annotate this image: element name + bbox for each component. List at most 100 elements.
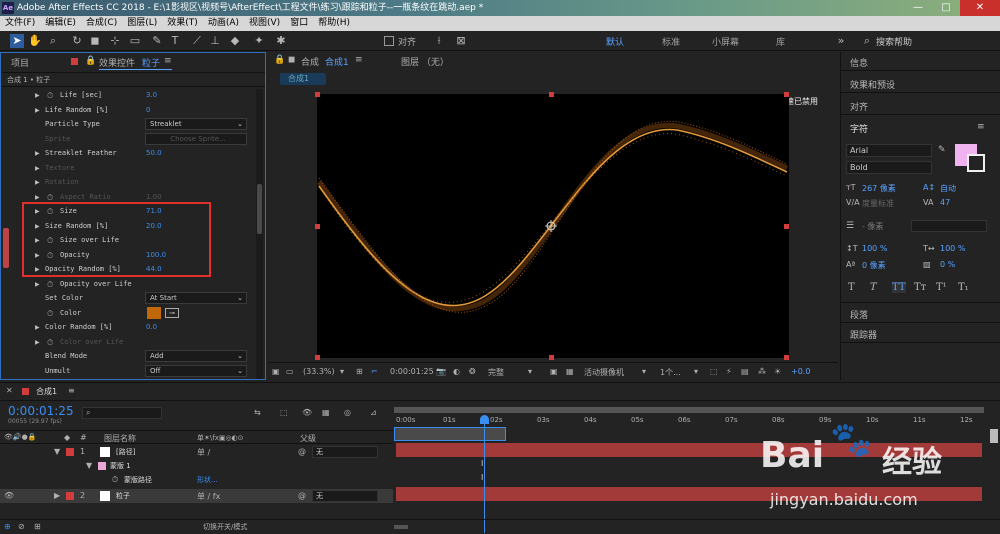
layer-name[interactable]: 蒙版 1 <box>110 461 131 471</box>
expand-triangle-icon[interactable]: ▶ <box>35 324 40 331</box>
menu-animation[interactable]: 动画(A) <box>203 16 244 31</box>
stroke-color-swatch[interactable] <box>967 154 985 172</box>
type-tool-icon[interactable]: T <box>168 34 182 48</box>
snap-options-icon[interactable]: ⊠ <box>454 34 468 48</box>
workspace-small-screen[interactable]: 小屏幕 <box>712 35 739 48</box>
color-swatch[interactable] <box>147 306 161 319</box>
property-value[interactable]: 1.00 <box>146 193 162 201</box>
exposure-value[interactable]: +0.0 <box>791 367 810 376</box>
expand-triangle-icon[interactable]: ▶ <box>35 165 40 172</box>
selection-tool-icon[interactable]: ➤ <box>10 34 24 48</box>
tab-project[interactable]: 项目 <box>11 56 29 69</box>
font-size-value[interactable]: 267 像素 <box>862 183 896 194</box>
visibility-icon[interactable]: 👁 <box>4 491 14 500</box>
playhead-icon[interactable] <box>480 415 489 424</box>
expand-triangle-icon[interactable]: ▼ <box>86 461 92 470</box>
transparency-grid-icon[interactable]: ▦ <box>566 367 574 376</box>
layer-switches[interactable]: 单 / fx <box>197 491 220 502</box>
expand-triangle-icon[interactable]: ▶ <box>35 339 40 346</box>
always-preview-icon[interactable]: ▣ <box>272 367 280 376</box>
handle-tl[interactable] <box>315 92 320 97</box>
search-icon[interactable]: ⌕ <box>860 34 874 48</box>
composition-canvas[interactable] <box>317 94 789 358</box>
effect-property-row[interactable]: Set Color At Start ⌄ <box>1 292 256 306</box>
panel-menu-icon[interactable]: ≡ <box>977 122 985 132</box>
zoom-tool-icon[interactable]: ⌕ <box>46 34 60 48</box>
shy-icon[interactable]: 👁 <box>302 408 312 417</box>
panel-effects-presets[interactable]: 效果和预设 <box>850 78 895 91</box>
tab-layer[interactable]: 图层 （无） <box>401 55 449 68</box>
property-dropdown[interactable]: Add ⌄ <box>145 350 247 362</box>
expand-triangle-icon[interactable]: ▶ <box>35 150 40 157</box>
tab-effect-controls[interactable]: 效果控件 <box>99 56 135 69</box>
expand-triangle-icon[interactable]: ▶ <box>35 179 40 186</box>
tracking-value[interactable]: 47 <box>940 198 950 207</box>
render-time-icon[interactable]: ⊘ <box>18 522 25 531</box>
effect-property-row[interactable]: ▶ Rotation <box>1 176 256 190</box>
resolution-select[interactable]: 完整 <box>488 367 504 378</box>
effect-property-row[interactable]: ▶ Streaklet Feather 50.0 <box>1 147 256 161</box>
choose-sprite-button[interactable]: Choose Sprite... <box>145 132 247 145</box>
hand-tool-icon[interactable]: ✋ <box>28 34 42 48</box>
handle-mr[interactable] <box>784 224 789 229</box>
close-button[interactable]: ✕ <box>960 0 1000 16</box>
menu-layer[interactable]: 图层(L) <box>122 16 162 31</box>
text-style-button[interactable]: T₁ <box>958 282 969 293</box>
keyframe-marker[interactable]: I <box>481 473 483 482</box>
effect-property-row[interactable]: ▶ ⏱ Opacity over Life <box>1 278 256 292</box>
chevron-down-icon[interactable]: ▾ <box>642 367 646 376</box>
current-time-indicator[interactable] <box>484 415 485 533</box>
effect-property-row[interactable]: Particle Type Streaklet ⌄ <box>1 118 256 132</box>
chevron-down-icon[interactable]: ▾ <box>340 367 344 376</box>
label-color-icon[interactable] <box>66 492 74 500</box>
tab-composition[interactable]: 合成1 <box>325 55 349 68</box>
align-checkbox[interactable] <box>384 36 394 46</box>
timeline-icon[interactable]: ▤ <box>741 367 749 376</box>
layer-name[interactable]: [路径] <box>116 447 135 457</box>
timeline-layer-row[interactable]: 👁 ▶ 2 粒子 单 / fx @ 无 <box>0 489 393 503</box>
timeline-layer-row[interactable]: ▼ 1 [路径] 单 / @ 无 <box>0 445 393 459</box>
stopwatch-icon[interactable]: ⏱ <box>112 475 118 485</box>
motion-blur-icon[interactable]: ◎ <box>344 408 351 417</box>
rotate-tool-icon[interactable]: ↻ <box>70 34 84 48</box>
handle-bm[interactable] <box>549 355 554 360</box>
menu-window[interactable]: 窗口 <box>285 16 313 31</box>
comp-lock-icon[interactable]: 🔒 <box>274 55 285 65</box>
menu-view[interactable]: 视图(V) <box>244 16 285 31</box>
mask-color-icon[interactable] <box>98 462 106 470</box>
search-help-input[interactable]: 搜索帮助 <box>876 35 912 48</box>
property-value[interactable]: 0 <box>146 106 150 114</box>
menu-help[interactable]: 帮助(H) <box>313 16 355 31</box>
stopwatch-icon[interactable]: ⏱ <box>47 193 53 203</box>
rectangle-tool-icon[interactable]: ▭ <box>128 34 142 48</box>
layer-switches[interactable]: 单 / <box>197 447 210 458</box>
effect-property-row[interactable]: ▶ Color Random [%] 0.0 <box>1 321 256 335</box>
panel-character[interactable]: 字符 <box>850 122 868 135</box>
layer-name[interactable]: 蒙版路径 <box>124 475 152 485</box>
zoom-slider[interactable] <box>394 525 408 529</box>
collapse-icon[interactable]: ⊞ <box>34 522 41 531</box>
kerning-value[interactable]: 度量标准 <box>862 198 894 209</box>
handle-tm[interactable] <box>549 92 554 97</box>
effect-property-row[interactable]: ⏱ Color ⊸ <box>1 306 256 321</box>
current-time-display[interactable]: 0:00:01:25 <box>390 367 434 376</box>
effect-property-row[interactable]: Blend Mode Add ⌄ <box>1 350 256 364</box>
fast-preview-icon[interactable]: ⚡ <box>726 367 732 376</box>
handle-tr[interactable] <box>784 92 789 97</box>
text-style-button[interactable]: Tт <box>914 282 926 293</box>
menu-composition[interactable]: 合成(C) <box>81 16 122 31</box>
menu-effect[interactable]: 效果(T) <box>162 16 203 31</box>
text-style-button[interactable]: TT <box>892 282 906 293</box>
font-family-select[interactable]: Arial <box>846 144 932 157</box>
expand-triangle-icon[interactable]: ▶ <box>35 281 40 288</box>
lock-icon[interactable]: 🔒 <box>85 56 96 66</box>
expand-triangle-icon[interactable]: ▶ <box>35 92 40 99</box>
handle-bl[interactable] <box>315 355 320 360</box>
stopwatch-icon[interactable]: ⏱ <box>47 280 53 290</box>
property-value[interactable]: 0.0 <box>146 323 157 331</box>
horizontal-scale-value[interactable]: 100 % <box>940 244 965 253</box>
mask-path-value[interactable]: 形状... <box>197 475 218 485</box>
timeline-menu-icon[interactable]: ≡ <box>68 386 75 395</box>
roto-brush-tool-icon[interactable]: ✦ <box>252 34 266 48</box>
label-color-icon[interactable] <box>66 448 74 456</box>
